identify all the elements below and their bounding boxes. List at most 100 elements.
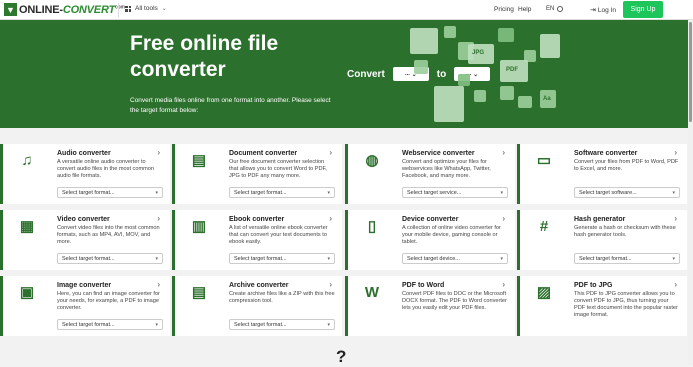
- chevron-down-icon: ⌄: [161, 6, 167, 12]
- target-format-select[interactable]: Select target format... ▾: [229, 319, 335, 330]
- archive-icon: ▤: [191, 284, 207, 301]
- chevron-down-icon: ▾: [155, 321, 158, 328]
- card-webservice-converter[interactable]: ◍ Webservice converter › Convert and opt…: [345, 144, 515, 204]
- logo-mark-icon: ▼: [4, 3, 17, 16]
- card-title: Document converter: [229, 150, 298, 157]
- music-note-icon: ♫: [21, 152, 33, 169]
- image-icon: ▣: [19, 284, 35, 301]
- card-description: Convert your files from PDF to Word, PDF…: [574, 159, 679, 172]
- chevron-right-icon: ›: [157, 148, 160, 157]
- target-format-select[interactable]: Select target format... ▾: [574, 253, 680, 264]
- card-title: Video converter: [57, 216, 110, 223]
- target-service-select[interactable]: Select target service... ▾: [402, 187, 508, 198]
- chevron-right-icon: ›: [157, 280, 160, 289]
- card-pdf-to-word[interactable]: W PDF to Word › Convert PDF files to DOC…: [345, 276, 515, 336]
- chevron-right-icon: ›: [674, 214, 677, 223]
- select-placeholder: Select target format...: [234, 189, 287, 196]
- card-title: Audio converter: [57, 150, 111, 157]
- target-format-select[interactable]: Select target format... ▾: [57, 253, 163, 264]
- card-title: Ebook converter: [229, 216, 285, 223]
- chevron-right-icon: ›: [329, 148, 332, 157]
- jpg-label: JPG: [472, 50, 485, 56]
- hero-title: Free online file converter: [130, 32, 279, 81]
- chevron-down-icon: ▾: [155, 255, 158, 262]
- chart-file-icon: [540, 34, 560, 58]
- word-file-icon: W: [364, 284, 380, 301]
- card-description: A list of versatile online ebook convert…: [229, 225, 328, 245]
- question-mark-icon: ?: [336, 347, 347, 366]
- card-device-converter[interactable]: ▯ Device converter › A collection of onl…: [345, 210, 515, 270]
- chevron-down-icon: ▾: [327, 255, 330, 262]
- pdf-label: PDF: [506, 67, 518, 73]
- file-icon: [500, 86, 514, 100]
- card-description: Convert and optimize your files for webs…: [402, 159, 491, 179]
- help-link[interactable]: Help: [518, 6, 531, 13]
- card-image-converter[interactable]: ▣ Image converter › Here, you can find a…: [0, 276, 170, 336]
- text-file-label: Aa: [543, 96, 551, 102]
- chevron-down-icon: ▾: [327, 189, 330, 196]
- scrollbar-thumb[interactable]: [689, 22, 692, 122]
- tablet-icon: ▯: [367, 218, 377, 235]
- target-format-select[interactable]: Select target format... ▾: [229, 253, 335, 264]
- target-device-select[interactable]: Select target device... ▾: [402, 253, 508, 264]
- card-description: Convert PDF files to DOC or the Microsof…: [402, 291, 507, 311]
- card-title: Image converter: [57, 282, 112, 289]
- file-icon: [518, 96, 532, 108]
- globe-icon: [557, 6, 564, 12]
- select-placeholder: Select target format...: [62, 255, 115, 262]
- card-audio-converter[interactable]: ♫ Audio converter › A versatile online a…: [0, 144, 170, 204]
- card-ebook-converter[interactable]: ▥ Ebook converter › A list of versatile …: [172, 210, 342, 270]
- chevron-down-icon: ▾: [672, 189, 675, 196]
- select-placeholder: Select target device...: [407, 255, 460, 262]
- select-placeholder: Select target software...: [579, 189, 637, 196]
- monitor-icon: ▭: [536, 152, 552, 169]
- logo-text-accent: CONVERT: [62, 3, 116, 16]
- language-selector[interactable]: EN: [546, 6, 564, 12]
- site-logo[interactable]: ▼ ONLINE-CONVERTcom: [4, 3, 125, 16]
- card-software-converter[interactable]: ▭ Software converter › Convert your file…: [517, 144, 687, 204]
- hero-subtitle: Convert media files online from one form…: [130, 97, 331, 114]
- chevron-right-icon: ›: [329, 280, 332, 289]
- card-title: Archive converter: [229, 282, 289, 289]
- to-label: to: [436, 68, 447, 80]
- target-format-select[interactable]: Select target format... ▾: [57, 319, 163, 330]
- target-software-select[interactable]: Select target software... ▾: [574, 187, 680, 198]
- chevron-right-icon: ›: [674, 148, 677, 157]
- card-description: Our free document converter selection th…: [229, 159, 327, 179]
- card-title: Webservice converter: [402, 150, 475, 157]
- pricing-link[interactable]: Pricing: [494, 6, 514, 13]
- target-format-select[interactable]: Select target format... ▾: [229, 187, 335, 198]
- login-label: Log In: [597, 6, 616, 14]
- graph-file-icon: [434, 86, 464, 122]
- card-document-converter[interactable]: ▤ Document converter › Our free document…: [172, 144, 342, 204]
- card-archive-converter[interactable]: ▤ Archive converter › Create archive fil…: [172, 276, 342, 336]
- logo-text-sup: com: [115, 3, 125, 10]
- card-description: Convert video files into the most common…: [57, 225, 160, 245]
- card-description: A versatile online audio converter to co…: [57, 159, 155, 179]
- chevron-right-icon: ›: [157, 214, 160, 223]
- card-hash-generator[interactable]: # Hash generator › Generate a hash or ch…: [517, 210, 687, 270]
- all-tools-menu[interactable]: All tools ⌄: [125, 5, 167, 12]
- card-pdf-to-jpg[interactable]: ▨ PDF to JPG › This PDF to JPG converter…: [517, 276, 687, 336]
- login-icon: ⇥: [590, 7, 596, 14]
- hero-banner: Free online file converter Convert media…: [0, 20, 693, 128]
- card-description: This PDF to JPG converter allows you to …: [574, 291, 678, 318]
- target-format-select[interactable]: Select target format... ▾: [57, 187, 163, 198]
- chevron-right-icon: ›: [329, 214, 332, 223]
- login-link[interactable]: ⇥ Log In: [590, 6, 616, 15]
- page-scrollbar[interactable]: [688, 20, 693, 365]
- chevron-right-icon: ›: [502, 280, 505, 289]
- card-description: Generate a hash or checksum with these h…: [574, 225, 676, 238]
- top-navbar: ▼ ONLINE-CONVERTcom All tools ⌄ Pricing …: [0, 0, 693, 20]
- select-placeholder: Select target format...: [234, 255, 287, 262]
- card-title: Device converter: [402, 216, 459, 223]
- chevron-right-icon: ›: [502, 148, 505, 157]
- jpg-file-icon: ▨: [536, 284, 552, 301]
- language-label: EN: [546, 6, 555, 12]
- signup-button[interactable]: Sign Up: [623, 1, 663, 18]
- card-description: A collection of online video converter f…: [402, 225, 501, 245]
- chevron-right-icon: ›: [674, 280, 677, 289]
- card-video-converter[interactable]: ▦ Video converter › Convert video files …: [0, 210, 170, 270]
- card-title: PDF to JPG: [574, 282, 613, 289]
- chevron-right-icon: ›: [502, 214, 505, 223]
